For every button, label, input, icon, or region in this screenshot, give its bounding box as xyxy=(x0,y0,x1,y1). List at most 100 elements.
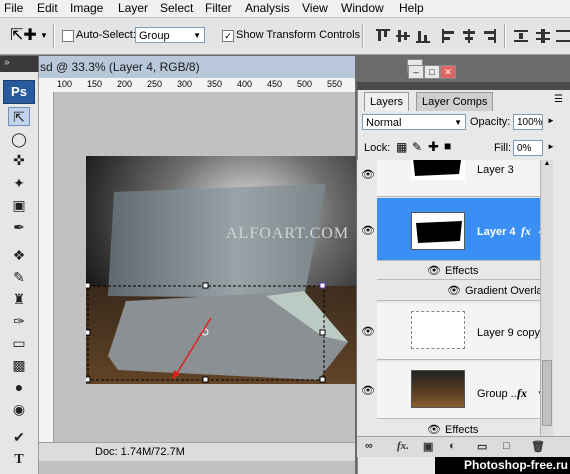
tab-layers[interactable]: Layers xyxy=(364,92,410,111)
layer-effects-row[interactable]: 👁 Effects xyxy=(377,261,540,280)
transform-handle[interactable] xyxy=(319,376,326,383)
panel-menu-icon[interactable]: ☰ xyxy=(554,94,563,105)
transform-handle[interactable] xyxy=(86,376,91,383)
canvas-artwork[interactable]: ALFOART.COM xyxy=(86,156,356,384)
healing-brush-tool-icon[interactable]: ❖ xyxy=(8,246,30,265)
lock-pixels-icon[interactable]: ✎ xyxy=(412,140,422,154)
document-titlebar[interactable]: sd @ 33.3% (Layer 4, RGB/8) – xyxy=(39,56,423,78)
align-hcenter-icon[interactable] xyxy=(462,29,476,43)
menu-file[interactable]: File xyxy=(4,1,23,15)
layers-scrollbar[interactable]: ▲ xyxy=(540,160,553,436)
collapse-icon[interactable]: » xyxy=(4,57,10,68)
add-style-icon[interactable]: fx. xyxy=(397,440,409,452)
layer-effects-row[interactable]: 👁 Effects xyxy=(377,420,540,436)
menu-layer[interactable]: Layer xyxy=(118,1,148,15)
blur-tool-icon[interactable]: ● xyxy=(8,378,30,397)
marquee-tool-icon[interactable]: ◯ xyxy=(8,130,30,149)
brush-tool-icon[interactable]: ✎ xyxy=(8,268,30,287)
fill-chevron-icon[interactable]: ► xyxy=(547,142,555,151)
menu-select[interactable]: Select xyxy=(160,1,193,15)
scroll-up-icon[interactable]: ▲ xyxy=(542,160,552,170)
eye-icon[interactable]: 👁 xyxy=(427,264,441,278)
type-tool-icon[interactable]: T xyxy=(8,450,30,469)
transform-handle[interactable] xyxy=(86,329,91,336)
fill-input[interactable]: 0% xyxy=(513,140,543,156)
eye-icon[interactable]: 👁 xyxy=(361,325,375,339)
eyedropper-tool-icon[interactable]: ✒ xyxy=(8,218,30,237)
tab-layer-comps[interactable]: Layer Comps xyxy=(416,92,494,111)
new-group-icon[interactable]: ▭ xyxy=(477,440,487,453)
align-right-icon[interactable] xyxy=(482,29,496,43)
fx-icon[interactable]: fx xyxy=(517,386,527,401)
show-transform-checkbox[interactable]: ✓ xyxy=(222,30,234,42)
opacity-chevron-icon[interactable]: ► xyxy=(547,116,555,125)
link-layers-icon[interactable]: ∞ xyxy=(365,440,373,452)
layer-name[interactable]: Layer 9 copy xyxy=(477,327,540,339)
gradient-tool-icon[interactable]: ▩ xyxy=(8,356,30,375)
align-top-icon[interactable] xyxy=(376,29,390,43)
ruler-tick: 200 xyxy=(117,79,133,89)
transform-handle[interactable] xyxy=(202,376,209,383)
layer-name[interactable]: Layer 4 xyxy=(477,226,516,238)
lasso-tool-icon[interactable]: ✜ xyxy=(8,151,30,170)
add-mask-icon[interactable]: ▣ xyxy=(423,440,433,453)
gradient-overlay-row[interactable]: 👁 Gradient Overlay xyxy=(377,280,540,301)
layer-row-layer3[interactable]: 👁 Layer 3 xyxy=(361,160,540,197)
layer-name[interactable]: Group ... xyxy=(477,388,520,400)
move-tool-icon[interactable]: ⇱ xyxy=(8,107,30,126)
blend-mode-dropdown[interactable]: Normal ▼ xyxy=(362,114,466,130)
maximize-button[interactable]: □ xyxy=(424,65,440,79)
ruler-tick: 500 xyxy=(297,79,313,89)
menu-edit[interactable]: Edit xyxy=(37,1,58,15)
menu-view[interactable]: View xyxy=(302,1,328,15)
menu-help[interactable]: Help xyxy=(399,1,424,15)
layers-panel-grip[interactable] xyxy=(357,82,570,90)
menu-filter[interactable]: Filter xyxy=(205,1,232,15)
distribute-vcenter-icon[interactable] xyxy=(536,29,550,43)
lock-transparency-icon[interactable]: ▦ xyxy=(396,140,407,154)
align-bottom-icon[interactable] xyxy=(416,29,430,43)
eye-icon[interactable]: 👁 xyxy=(361,384,375,398)
close-button[interactable]: ✕ xyxy=(440,65,456,79)
align-vcenter-icon[interactable] xyxy=(396,29,410,43)
eye-icon[interactable]: 👁 xyxy=(427,423,441,436)
auto-select-dropdown[interactable]: Group ▼ xyxy=(135,27,205,43)
layer-row-layer9-copy[interactable]: 👁 Layer 9 copy xyxy=(361,303,540,360)
distribute-bottom-icon[interactable] xyxy=(556,29,570,43)
minimize-button[interactable]: – xyxy=(408,65,424,79)
transform-handle[interactable] xyxy=(319,282,326,289)
lock-all-icon[interactable]: ■ xyxy=(444,139,451,153)
menu-image[interactable]: Image xyxy=(70,1,103,15)
align-left-icon[interactable] xyxy=(442,29,456,43)
tool-preset-chevron-down-icon[interactable]: ▼ xyxy=(40,31,48,40)
auto-select-checkbox[interactable] xyxy=(62,30,74,42)
menu-analysis[interactable]: Analysis xyxy=(245,1,290,15)
fx-icon[interactable]: fx xyxy=(521,224,531,239)
tools-panel-grip[interactable]: » xyxy=(0,56,38,72)
scroll-thumb[interactable] xyxy=(542,360,552,426)
pen-tool-icon[interactable]: ✔ xyxy=(8,428,30,447)
move-tool-icon[interactable]: ⇱✚ xyxy=(10,25,37,45)
delete-layer-icon[interactable]: 🗑 xyxy=(531,440,545,453)
adjustment-layer-icon[interactable]: ◐ xyxy=(449,440,456,452)
history-brush-tool-icon[interactable]: ✑ xyxy=(8,312,30,331)
transform-handle[interactable] xyxy=(86,282,91,289)
eye-icon[interactable]: 👁 xyxy=(361,168,375,182)
distribute-top-icon[interactable] xyxy=(514,29,528,43)
layer-name[interactable]: Layer 3 xyxy=(477,164,514,176)
transform-handle[interactable] xyxy=(319,329,326,336)
crop-tool-icon[interactable]: ▣ xyxy=(8,196,30,215)
lock-position-icon[interactable]: ✚ xyxy=(428,139,439,155)
eye-icon[interactable]: 👁 xyxy=(361,224,375,238)
magic-wand-tool-icon[interactable]: ✦ xyxy=(8,174,30,193)
clone-stamp-tool-icon[interactable]: ♜ xyxy=(8,290,30,309)
opacity-input[interactable]: 100% xyxy=(513,114,543,130)
transform-handle[interactable] xyxy=(202,282,209,289)
new-layer-icon[interactable]: □ xyxy=(503,440,510,452)
eye-icon[interactable]: 👁 xyxy=(447,284,461,298)
menu-window[interactable]: Window xyxy=(341,1,384,15)
layer-row-layer4[interactable]: 👁 Layer 4 fx ▲ xyxy=(361,198,540,261)
eraser-tool-icon[interactable]: ▭ xyxy=(8,334,30,353)
layer-row-group[interactable]: 👁 Group ... fx ▼ xyxy=(361,362,540,419)
dodge-tool-icon[interactable]: ◉ xyxy=(8,400,30,419)
